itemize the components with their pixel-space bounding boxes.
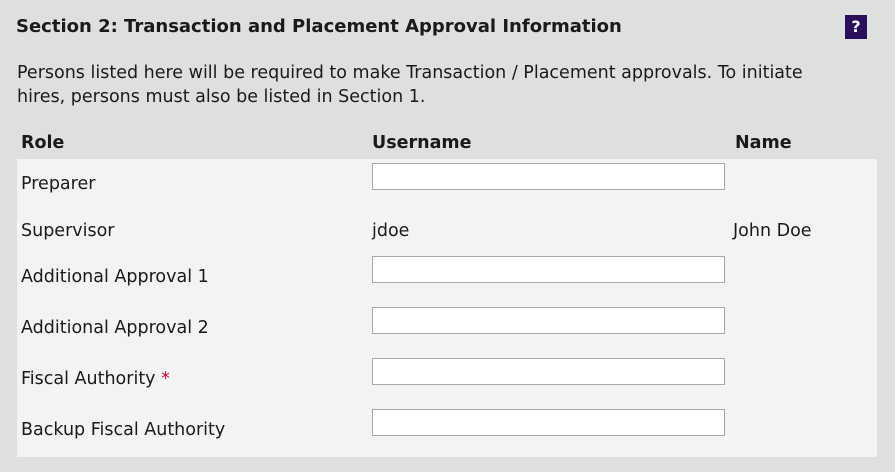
fiscal-authority-label-text: Fiscal Authority xyxy=(21,369,156,389)
role-label-preparer: Preparer xyxy=(21,174,96,194)
role-label-additional-approval-1: Additional Approval 1 xyxy=(21,267,209,287)
preparer-username-input[interactable] xyxy=(372,163,725,190)
fiscal-authority-username-input[interactable] xyxy=(372,358,725,385)
section-description-line-2: hires, persons must also be listed in Se… xyxy=(17,87,426,107)
section-description: Persons listed here will be required to … xyxy=(17,61,867,109)
additional-approval-2-username-input[interactable] xyxy=(372,307,725,334)
role-label-fiscal-authority: Fiscal Authority * xyxy=(21,367,170,391)
section-description-line-1: Persons listed here will be required to … xyxy=(17,63,803,83)
column-header-role: Role xyxy=(21,133,65,153)
column-header-username: Username xyxy=(372,133,472,153)
section-title: Section 2: Transaction and Placement App… xyxy=(16,16,622,37)
column-header-name: Name xyxy=(735,133,792,153)
approvers-table: Preparer Supervisor jdoe John Doe Additi… xyxy=(17,159,877,457)
supervisor-name: John Doe xyxy=(733,221,812,241)
additional-approval-1-username-input[interactable] xyxy=(372,256,725,283)
role-label-additional-approval-2: Additional Approval 2 xyxy=(21,318,209,338)
role-label-supervisor: Supervisor xyxy=(21,221,115,241)
backup-fiscal-authority-username-input[interactable] xyxy=(372,409,725,436)
help-button[interactable]: ? xyxy=(845,15,867,39)
role-label-backup-fiscal-authority: Backup Fiscal Authority xyxy=(21,420,226,440)
supervisor-username: jdoe xyxy=(372,221,410,241)
approval-section-panel: Section 2: Transaction and Placement App… xyxy=(0,0,895,472)
required-marker: * xyxy=(161,369,170,389)
